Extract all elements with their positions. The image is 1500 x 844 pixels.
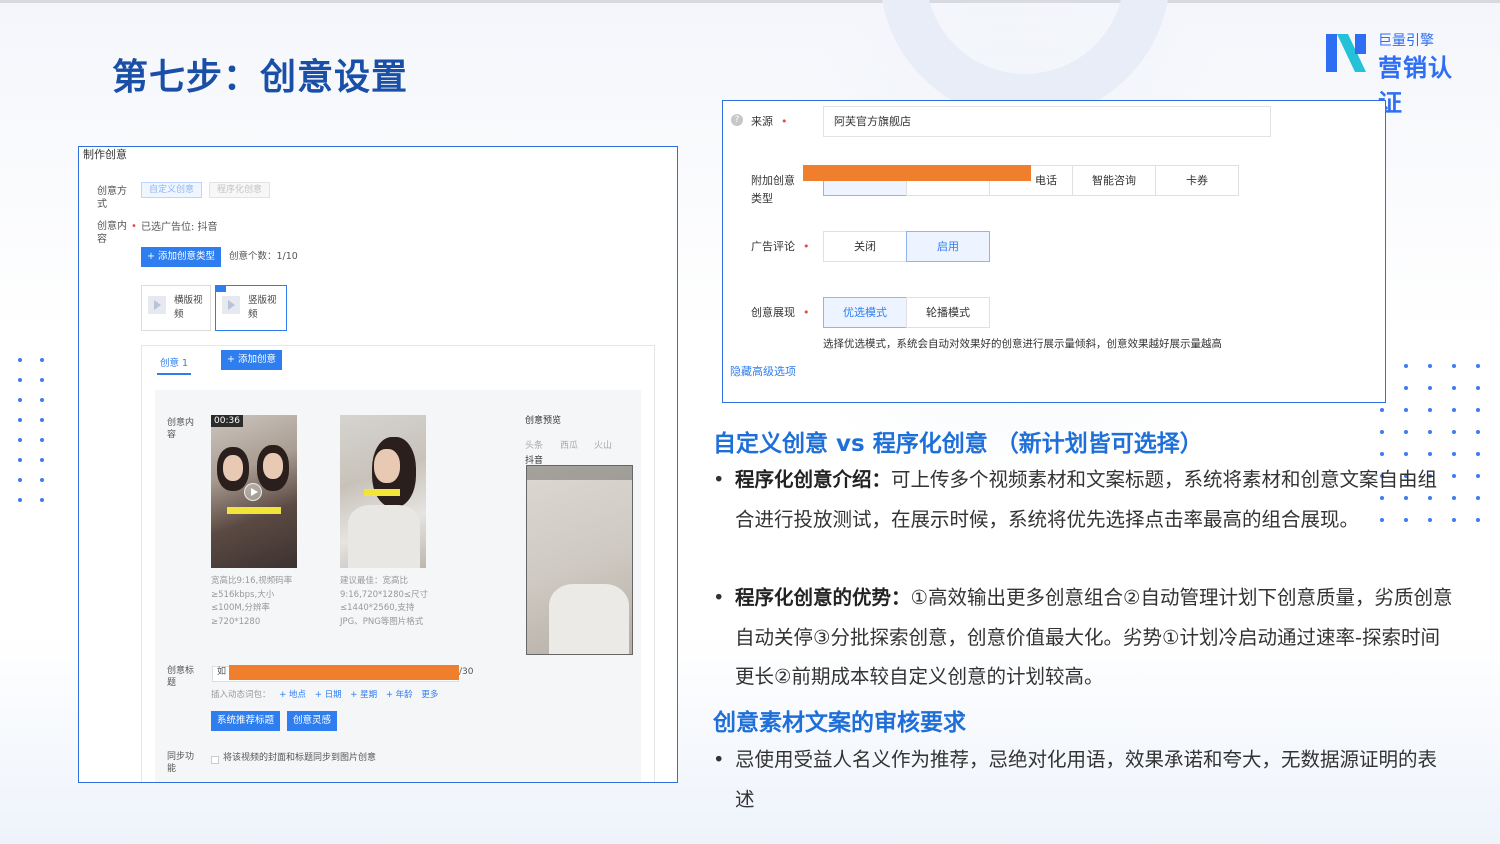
title-prefix: 如 xyxy=(217,667,227,677)
display-hint: 选择优选模式，系统会自动对效果好的创意进行展示量倾斜，创意效果越好展示量越高 xyxy=(823,338,1222,350)
bullet1-bold: 程序化创意介绍： xyxy=(735,468,892,491)
required-mark: • xyxy=(131,221,137,232)
programmatic-creative-option[interactable]: 程序化创意 xyxy=(209,182,271,198)
add-creative-button[interactable]: + 添加创意 xyxy=(221,350,282,370)
comment-label: 广告评论 • xyxy=(751,240,810,253)
recommend-title-button[interactable]: 系统推荐标题 xyxy=(211,711,281,731)
insert-location-link[interactable]: + 地点 xyxy=(279,690,306,700)
section1-heading: 自定义创意 vs 程序化创意 （新计划皆可选择） xyxy=(713,431,1203,457)
preview-tab-toutiao[interactable]: 头条 xyxy=(525,441,543,453)
create-creative-screenshot: 制作创意 创意方式 自定义创意 程序化创意 创意内容 • 已选广告位: 抖音 +… xyxy=(78,146,678,783)
logo-big-text: 营销认证 xyxy=(1378,54,1453,117)
creative-count: 创意个数：1/10 xyxy=(229,251,298,262)
top-divider xyxy=(0,0,1500,3)
review-text: 忌使用受益人名义作为推荐，忌绝对化用语，效果承诺和夸大，无数据源证明的表述 xyxy=(735,748,1438,811)
brand-logo: 巨量引擎 营销认证 xyxy=(1326,30,1476,117)
video-thumb-icon xyxy=(148,296,166,314)
preview-tab-xigua[interactable]: 西瓜 xyxy=(560,441,578,453)
extra-option-coupon[interactable]: 卡券 xyxy=(1155,165,1239,196)
video-spec: 宽高比9:16,视频码率≥516kbps,大小≤100M,分辨率≥720*128… xyxy=(211,576,293,627)
sync-text: 将该视频的封面和标题同步到图片创意 xyxy=(223,753,377,763)
bullet-programmatic-intro: • 程序化创意介绍：可上传多个视频素材和文案标题，系统将素材和创意文案自由组合进… xyxy=(713,468,1438,531)
bullet-programmatic-advantage: • 程序化创意的优势：①高效输出更多创意组合②自动管理计划下创意质量，劣质创意自… xyxy=(713,586,1453,688)
decorative-dots-left xyxy=(18,358,44,502)
insert-words-row: 插入动态词包： + 地点 + 日期 + 星期 + 年龄 更多 xyxy=(211,688,438,700)
preview-label: 创意预览 xyxy=(525,416,562,426)
selected-flag xyxy=(216,286,226,292)
tab-creative-1[interactable]: 创意 1 xyxy=(157,355,192,375)
source-label: 来源 • xyxy=(751,115,788,128)
sync-checkbox[interactable] xyxy=(211,756,219,764)
vertical-video-card[interactable]: 竖版视频 xyxy=(215,285,287,331)
question-icon[interactable]: ? xyxy=(731,114,743,126)
method-label: 创意方式 xyxy=(97,186,127,210)
video-material[interactable]: 00:36 xyxy=(211,415,297,568)
page-title: 第七步：创意设置 xyxy=(112,57,409,98)
comment-off-option[interactable]: 关闭 xyxy=(823,231,907,262)
insert-age-link[interactable]: + 年龄 xyxy=(386,690,413,700)
preview-phone xyxy=(526,465,633,655)
video-thumb-icon xyxy=(222,296,240,314)
source-input[interactable]: 阿芙官方旗舰店 xyxy=(823,106,1271,137)
video-duration: 00:36 xyxy=(211,415,243,427)
horizontal-video-card[interactable]: 横版视频 xyxy=(141,285,211,331)
display-label: 创意展现 • xyxy=(751,306,810,319)
play-icon[interactable] xyxy=(244,483,262,501)
content-label: 创意内容 xyxy=(97,221,127,245)
card-label: 横版视频 xyxy=(174,295,203,320)
preview-tab-huoshan[interactable]: 火山 xyxy=(594,441,612,453)
logo-mark-icon xyxy=(1326,34,1366,72)
section-title: 制作创意 xyxy=(83,148,127,161)
extra-type-label: 附加创意类型 xyxy=(751,174,795,205)
bullet2-bold: 程序化创意的优势： xyxy=(735,586,911,609)
insert-week-link[interactable]: + 星期 xyxy=(350,690,377,700)
comment-on-option[interactable]: 启用 xyxy=(906,231,990,262)
insert-date-link[interactable]: + 日期 xyxy=(315,690,342,700)
bullet-review-requirement: • 忌使用受益人名义作为推荐，忌绝对化用语，效果承诺和夸大，无数据源证明的表述 xyxy=(713,748,1438,811)
sync-label: 同步功能 xyxy=(167,752,195,774)
redaction-bar xyxy=(229,665,459,680)
title-label: 创意标题 xyxy=(167,666,195,688)
image-material[interactable] xyxy=(340,415,426,568)
image-spec: 建议最佳：宽高比9:16,720*1280≤尺寸≤1440*2560,支持JPG… xyxy=(340,576,429,627)
logo-small-text: 巨量引擎 xyxy=(1378,33,1434,49)
insert-more-link[interactable]: 更多 xyxy=(421,690,438,700)
extra-option-consult[interactable]: 智能咨询 xyxy=(1072,165,1156,196)
card-label: 竖版视频 xyxy=(248,295,277,320)
placement-text: 已选广告位: 抖音 xyxy=(141,222,218,233)
display-optimal-option[interactable]: 优选模式 xyxy=(823,297,907,328)
creative-settings-screenshot: ? 来源 • 阿芙官方旗舰店 附加创意类型 电话 智能咨询 卡券 广告评论 • 关闭… xyxy=(722,100,1386,403)
insert-label: 插入动态词包： xyxy=(211,690,271,700)
section2-heading: 创意素材文案的审核要求 xyxy=(713,710,966,736)
display-rotate-option[interactable]: 轮播模式 xyxy=(906,297,990,328)
hide-advanced-link[interactable]: 隐藏高级选项 xyxy=(730,363,796,379)
redaction-bar xyxy=(803,165,1031,181)
custom-creative-option[interactable]: 自定义创意 xyxy=(141,182,203,198)
creative-inspiration-button[interactable]: 创意灵感 xyxy=(287,711,338,731)
add-creative-type-button[interactable]: + 添加创意类型 xyxy=(141,247,221,267)
content-inner-label: 创意内容 xyxy=(167,418,195,440)
title-counter: /30 xyxy=(459,667,474,677)
